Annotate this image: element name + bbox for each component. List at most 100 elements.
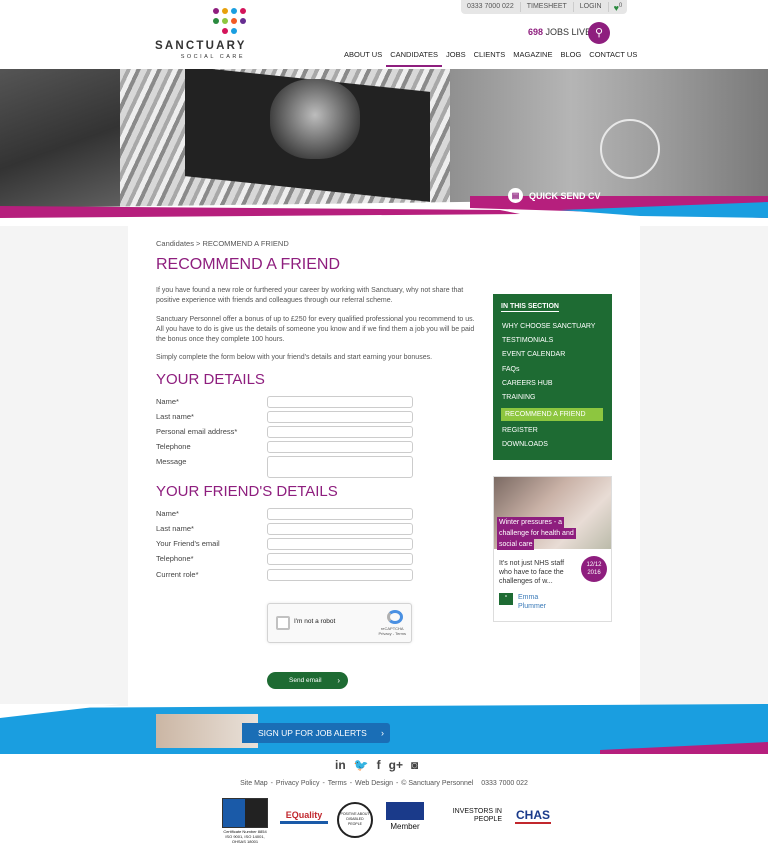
chas-logo: CHAS (515, 808, 551, 824)
intro-paragraph-3: Simply complete the form below with your… (156, 354, 433, 361)
google-plus-icon[interactable]: g+ (389, 758, 403, 772)
your-email-input[interactable] (267, 426, 413, 438)
section-nav-item[interactable]: TRAINING (502, 394, 535, 401)
send-email-button[interactable]: Send email › (267, 672, 348, 689)
chevron-right-icon: › (337, 676, 340, 685)
section-nav-item[interactable]: FAQs (502, 366, 520, 373)
main-nav: ABOUT US CANDIDATES JOBS CLIENTS MAGAZIN… (340, 50, 641, 67)
footer-link-terms[interactable]: Terms (328, 780, 347, 787)
linkedin-icon[interactable]: in (335, 758, 346, 772)
jobs-live-link[interactable]: 698 JOBS LIVE (528, 27, 591, 37)
recaptcha-checkbox[interactable] (276, 616, 290, 630)
section-nav-item[interactable]: REGISTER (502, 427, 538, 434)
footer-links: Site Map - Privacy Policy - Terms - Web … (240, 780, 528, 787)
nav-clients[interactable]: CLIENTS (470, 50, 510, 67)
section-nav-item[interactable]: DOWNLOADS (502, 441, 548, 448)
your-last-name-input[interactable] (267, 411, 413, 423)
document-icon: ▤ (508, 188, 523, 203)
friend-telephone-input[interactable] (267, 553, 413, 565)
article-excerpt: It's not just NHS staff who have to face… (499, 560, 565, 585)
footer-copyright: © Sanctuary Personnel (401, 780, 474, 787)
nav-about-us[interactable]: ABOUT US (340, 50, 386, 67)
iso-caption: Certificate Number 8854 ISO 9001, ISO 14… (223, 829, 267, 844)
footer-link-sitemap[interactable]: Site Map (240, 780, 268, 787)
jobs-count: 698 (528, 27, 544, 37)
section-nav-heading: IN THIS SECTION (501, 303, 559, 312)
label-email: Personal email address* (156, 427, 238, 436)
message-textarea[interactable] (267, 456, 413, 478)
instagram-icon[interactable]: ◙ (411, 758, 418, 772)
friend-details-heading: YOUR FRIEND'S DETAILS (156, 483, 338, 500)
footer-link-privacy[interactable]: Privacy Policy (276, 780, 320, 787)
quick-send-cv-button[interactable]: ▤ QUICK SEND CV (508, 188, 601, 203)
label-friend-last-name: Last name* (156, 524, 194, 533)
label-current-role: Current role* (156, 570, 199, 579)
section-nav-item[interactable]: CAREERS HUB (502, 380, 553, 387)
intro-paragraph-1: If you have found a new role or furthere… (156, 287, 464, 304)
friend-email-input[interactable] (267, 538, 413, 550)
section-nav: IN THIS SECTION WHY CHOOSE SANCTUARY TES… (493, 294, 612, 460)
article-title[interactable]: Winter pressures - a (497, 517, 565, 528)
intro-paragraph-2: Sanctuary Personnel offer a bonus of up … (156, 316, 475, 343)
nav-contact-us[interactable]: CONTACT US (585, 50, 641, 67)
rec-member-logo: Member (386, 802, 424, 838)
section-nav-item[interactable]: WHY CHOOSE SANCTUARY (502, 323, 595, 330)
friend-name-input[interactable] (267, 508, 413, 520)
hero-band (0, 196, 768, 226)
breadcrumb: Candidates > RECOMMEND A FRIEND (156, 239, 289, 248)
section-nav-item[interactable]: TESTIMONIALS (502, 337, 553, 344)
current-role-input[interactable] (267, 569, 413, 581)
your-name-input[interactable] (267, 396, 413, 408)
quick-send-label: QUICK SEND CV (529, 190, 601, 201)
recaptcha-links[interactable]: Privacy - Terms (379, 631, 406, 636)
logo-text: SANCTUARY (155, 40, 247, 52)
article-title[interactable]: social care (497, 539, 535, 550)
phone-link[interactable]: 0333 7000 022 (461, 2, 521, 12)
search-icon: ⚲ (594, 27, 604, 39)
label-friend-telephone: Telephone* (156, 554, 194, 563)
nav-candidates[interactable]: CANDIDATES (386, 50, 442, 67)
recaptcha-label: I'm not a robot (294, 618, 336, 625)
logo-subtext: SOCIAL CARE (180, 54, 245, 60)
login-link[interactable]: LOGIN (574, 2, 609, 12)
twitter-icon[interactable]: 🐦 (354, 758, 369, 772)
accreditation-logos: Certificate Number 8854 ISO 9001, ISO 14… (0, 798, 768, 844)
label-name: Name* (156, 397, 179, 406)
friend-last-name-input[interactable] (267, 523, 413, 535)
footer-phone[interactable]: 0333 7000 022 (481, 780, 528, 787)
article-title[interactable]: challenge for health and (497, 528, 576, 539)
label-last-name: Last name* (156, 412, 194, 421)
article-author[interactable]: Emma Plummer (518, 593, 558, 611)
investors-in-people-logo: INVESTORS IN PEOPLE (452, 808, 502, 823)
recaptcha-widget: I'm not a robot reCAPTCHA Privacy - Terms (267, 603, 412, 643)
label-message: Message (156, 457, 187, 466)
jobs-label: JOBS LIVE (545, 27, 592, 37)
label-friend-name: Name* (156, 509, 179, 518)
search-button[interactable]: ⚲ (588, 22, 610, 44)
section-nav-item[interactable]: EVENT CALENDAR (502, 351, 565, 358)
recaptcha-logo-icon (387, 610, 403, 624)
footer-link-web-design[interactable]: Web Design (355, 780, 393, 787)
page-title: RECOMMEND A FRIEND (156, 256, 341, 273)
iso-certification-logo (222, 798, 268, 828)
equality-logo: EQuality (280, 810, 328, 824)
timesheet-link[interactable]: TIMESHEET (521, 2, 574, 12)
nav-jobs[interactable]: JOBS (442, 50, 470, 67)
section-nav-item-active[interactable]: RECOMMEND A FRIEND (501, 408, 603, 421)
quote-icon: “ (499, 593, 513, 605)
article-date-year: 2016 (587, 570, 601, 576)
nav-blog[interactable]: BLOG (556, 50, 585, 67)
label-friend-email: Your Friend's email (156, 539, 220, 548)
job-alerts-button[interactable]: SIGN UP FOR JOB ALERTS › (242, 723, 390, 743)
send-email-label: Send email (289, 677, 322, 684)
favourites-count: 0 (618, 3, 623, 9)
your-telephone-input[interactable] (267, 441, 413, 453)
favourites-link[interactable]: ♥0 (609, 1, 628, 13)
facebook-icon[interactable]: f (377, 758, 381, 772)
your-details-heading: YOUR DETAILS (156, 371, 265, 388)
nav-magazine[interactable]: MAGAZINE (509, 50, 556, 67)
logo-dots-icon (213, 8, 247, 36)
article-date-day: 12/12 (586, 562, 602, 568)
article-card[interactable]: Winter pressures - a challenge for healt… (493, 476, 612, 622)
disability-logo: POSITIVE ABOUT DISABLED PEOPLE (337, 802, 373, 838)
